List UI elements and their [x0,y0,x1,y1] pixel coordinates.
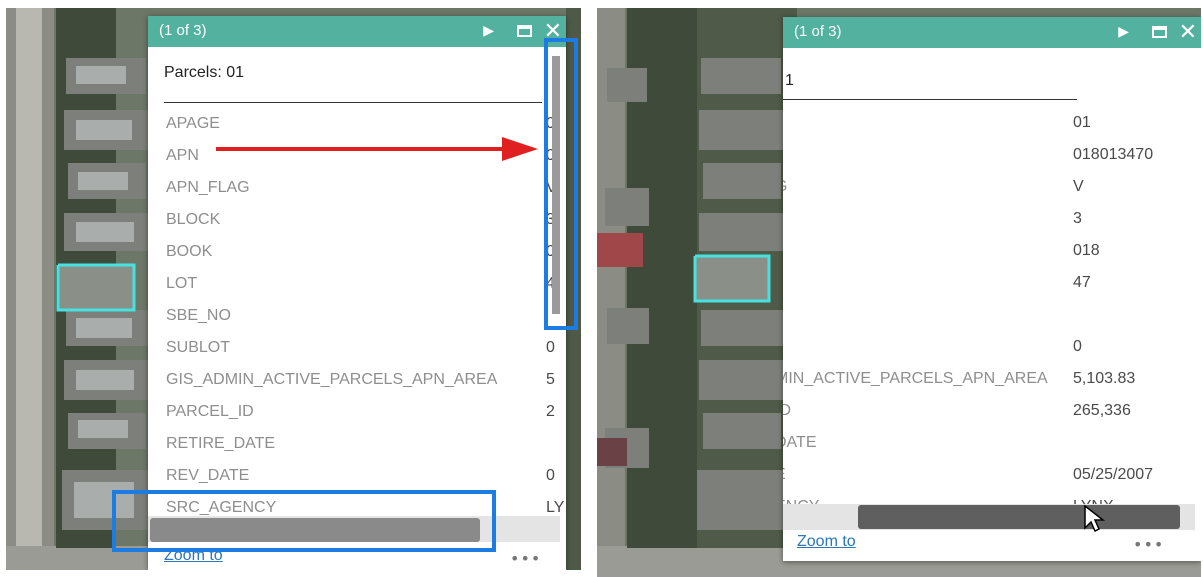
header-divider [783,99,1077,100]
popup-window: (1 of 3) ▶ ✕ Parcels: 01 APAGE 0 APN 0 APN… [148,16,566,570]
field-value: 0 [546,467,555,484]
header-divider [164,102,542,103]
field-value: V [1073,178,1084,195]
popup-page-counter: (1 of 3) [794,23,842,40]
popup-header-title: Parcels: 01 [164,64,245,81]
horizontal-scrollbar-thumb[interactable] [858,505,1180,529]
popup-header-title: 1 [785,72,794,89]
red-pointer-arrow [216,137,538,161]
field-name: BOOK [166,243,213,260]
popup-page-counter: (1 of 3) [159,22,207,39]
field-name: SBE_NO [166,307,231,324]
popup-window: (1 of 3) ▶ ✕ 1 01 018013470 GV 3 018 47 … [783,17,1201,561]
field-value: 018013470 [1073,146,1154,163]
field-value: 0 [1073,338,1082,355]
popup-titlebar: (1 of 3) ▶ ✕ [783,17,1201,48]
next-icon[interactable]: ▶ [483,16,494,47]
field-name: REV_DATE [166,467,250,484]
field-value: 3 [1073,210,1082,227]
popup-titlebar: (1 of 3) ▶ ✕ [148,16,566,47]
zoom-to-link[interactable]: Zoom to [797,533,856,551]
field-value: 265,336 [1073,402,1131,419]
field-name: LOT [166,275,198,292]
field-value: 05/25/2007 [1073,466,1154,483]
more-options-icon[interactable]: ••• [1133,535,1164,554]
field-name: RETIRE_DATE [166,435,276,452]
maximize-icon[interactable] [517,25,532,37]
close-icon[interactable]: ✕ [1179,17,1197,48]
field-name: ID [783,402,791,419]
field-value: 0 [546,339,555,356]
field-value: 01 [1073,114,1091,131]
field-name: DATE [783,434,817,451]
field-name: E [783,459,786,491]
field-value: 5,103.83 [1073,370,1136,387]
field-value: 5 [546,371,555,388]
left-screenshot-panel: (1 of 3) ▶ ✕ Parcels: 01 APAGE 0 APN 0 APN… [6,8,581,570]
maximize-icon[interactable] [1152,26,1167,38]
field-name: APN_FLAG [166,179,250,196]
field-name: PARCEL_ID [166,403,254,420]
horizontal-scrollbar-highlight [112,490,496,552]
more-options-icon[interactable]: ••• [510,549,541,568]
field-name: APN [166,147,199,164]
field-name: GIS_ADMIN_ACTIVE_PARCELS_APN_AREA [166,371,498,388]
field-value: 2 [546,403,555,420]
vertical-scrollbar-highlight [544,38,578,330]
field-name: G [783,171,787,203]
field-name: SUBLOT [166,339,231,356]
right-screenshot-panel: (1 of 3) ▶ ✕ 1 01 018013470 GV 3 018 47 … [597,8,1201,577]
field-name: BLOCK [166,211,221,228]
next-icon[interactable]: ▶ [1118,17,1129,48]
field-name: MIN_ACTIVE_PARCELS_APN_AREA [783,370,1048,387]
mouse-cursor-icon [1084,504,1105,533]
field-value: 47 [1073,274,1091,291]
field-value: 018 [1073,242,1100,259]
